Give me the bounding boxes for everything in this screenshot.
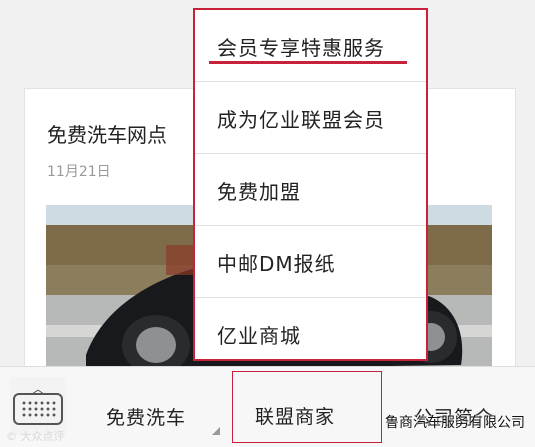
article-title[interactable]: 免费洗车网点 <box>47 119 167 148</box>
menu-item-label: 中邮DM报纸 <box>217 252 336 276</box>
submenu-indicator-icon <box>212 427 220 435</box>
bottom-menu-bar: ︿ 免费洗车 联盟商家 公司简介 <box>0 366 535 447</box>
menu-item-dm-newspaper[interactable]: 中邮DM报纸 <box>195 226 426 298</box>
menu-item-free-join[interactable]: 免费加盟 <box>195 154 426 226</box>
menu-item-label: 成为亿业联盟会员 <box>217 108 385 132</box>
article-date: 11月21日 <box>47 164 111 180</box>
tab-free-car-wash[interactable]: 免费洗车 <box>74 377 224 439</box>
watermark-left: © 大众点评 <box>6 430 65 443</box>
keyboard-icon <box>13 393 63 425</box>
menu-item-label: 亿业商城 <box>217 324 301 348</box>
menu-item-label: 免费加盟 <box>217 180 301 204</box>
menu-item-become-member[interactable]: 成为亿业联盟会员 <box>195 82 426 154</box>
tab-label: 联盟商家 <box>255 406 336 428</box>
menu-item-mall[interactable]: 亿业商城 <box>195 298 426 370</box>
keyboard-keys <box>21 400 57 418</box>
keyboard-toggle-button[interactable]: ︿ <box>10 377 66 435</box>
menu-item-member-offers[interactable]: 会员专享特惠服务 <box>195 10 426 82</box>
tab-label: 免费洗车 <box>106 407 187 429</box>
menu-active-underline <box>209 61 407 64</box>
popup-menu: 会员专享特惠服务 成为亿业联盟会员 免费加盟 中邮DM报纸 亿业商城 <box>193 8 428 361</box>
tab-alliance-merchants[interactable]: 联盟商家 <box>232 371 382 443</box>
watermark-company: 鲁商汽车服务有限公司 <box>385 415 525 431</box>
menu-item-label: 会员专享特惠服务 <box>217 36 385 60</box>
